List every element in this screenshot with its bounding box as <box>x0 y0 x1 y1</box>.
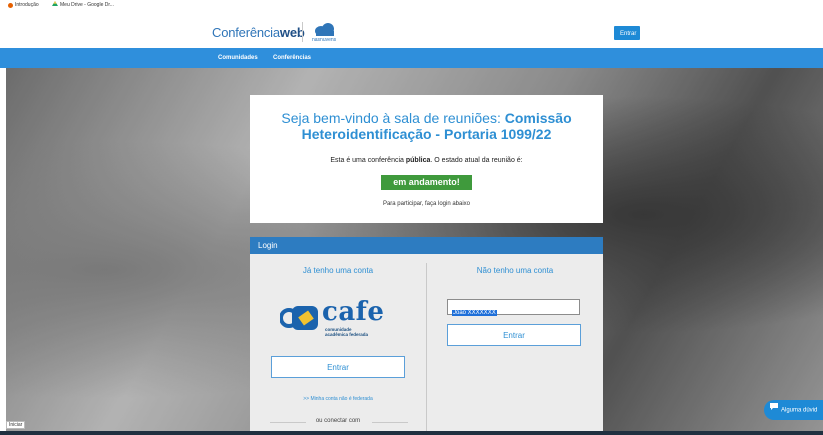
nasnuvens-label: nasnuvens <box>312 37 337 43</box>
login-panel-title: Login <box>250 237 603 254</box>
guest-login-button[interactable]: Entrar <box>447 324 581 346</box>
cafe-subtitle: comunidade acadêmica federada <box>325 327 369 337</box>
name-input[interactable]: João XXXXXXX <box>447 299 580 316</box>
column-divider <box>426 263 427 435</box>
site-header: Conferênciaweb nasnuvens Entrar <box>0 10 823 49</box>
logo-divider <box>302 22 303 42</box>
nasnuvens-logo: nasnuvens <box>310 22 340 44</box>
conferenciaweb-logo[interactable]: Conferênciaweb <box>212 25 305 40</box>
main-nav: Comunidades Conferências <box>0 48 823 68</box>
help-chat-button[interactable]: Alguma dúvid <box>764 400 823 420</box>
not-federated-link[interactable]: >> Minha conta não é federada <box>250 396 426 402</box>
bookmark-introducao[interactable]: Introdução <box>8 0 39 10</box>
welcome-card: Seja bem-vindo à sala de reuniões: Comis… <box>250 95 603 223</box>
os-taskbar <box>0 431 823 435</box>
bookmark-meu-drive[interactable]: Meu Drive - Google Dr... <box>52 0 114 10</box>
cafe-login-logo[interactable]: cafe comunidade acadêmica federada <box>280 297 390 340</box>
bookmarks-bar: Introdução Meu Drive - Google Dr... <box>0 0 823 10</box>
status-badge: em andamento! <box>381 175 472 190</box>
name-input-value: João XXXXXXX <box>452 310 497 316</box>
connect-with-label: ou conectar com <box>315 418 361 424</box>
cafe-wordmark: cafe <box>322 297 385 327</box>
conference-info: Esta é uma conferência pública. O estado… <box>330 157 523 164</box>
welcome-title: Seja bem-vindo à sala de reuniões: Comis… <box>281 110 572 142</box>
federated-login-button[interactable]: Entrar <box>271 356 405 378</box>
coffee-cup-icon <box>280 306 318 330</box>
login-hint: Para participar, faça login abaixo <box>382 201 471 207</box>
google-drive-icon <box>52 0 58 10</box>
help-chat-label: Alguma dúvid <box>781 407 818 414</box>
login-panel: Login Já tenho uma conta cafe comunidade… <box>250 237 603 435</box>
bookmark-label: Meu Drive - Google Dr... <box>60 2 114 8</box>
nav-comunidades[interactable]: Comunidades <box>218 48 258 68</box>
nav-conferencias[interactable]: Conferências <box>273 48 311 68</box>
bookmark-label: Introdução <box>15 2 39 8</box>
start-button[interactable]: Iniciar <box>6 421 26 429</box>
no-account-title: Não tenho uma conta <box>476 266 554 275</box>
header-login-button[interactable]: Entrar <box>614 26 640 40</box>
firefox-icon <box>8 2 13 8</box>
chat-bubble-icon <box>769 400 779 420</box>
divider-right <box>372 422 408 423</box>
has-account-title: Já tenho uma conta <box>302 266 374 275</box>
